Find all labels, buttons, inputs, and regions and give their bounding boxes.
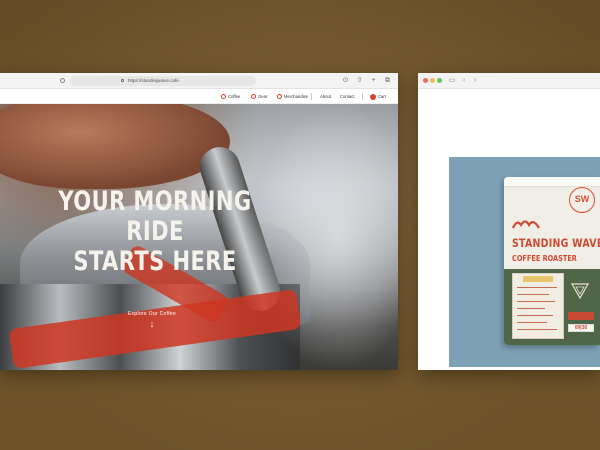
back-arrow-icon[interactable]: ‹ <box>463 76 465 85</box>
bag-info-label <box>512 273 564 339</box>
download-icon[interactable]: ⊙ <box>342 77 349 84</box>
hero-title-line: STARTS HERE <box>73 246 237 277</box>
sidebar-toggle-icon[interactable] <box>60 78 65 83</box>
browser-window-secondary: ▭ ‹ › SW STANDING WAVE COFFEE ROASTER 09… <box>418 73 600 370</box>
nav-item-label: Gear <box>258 94 268 99</box>
triangle-emblem-icon <box>570 283 590 300</box>
nav-item-label: About <box>320 94 331 99</box>
label-line <box>517 294 549 295</box>
forward-arrow-icon[interactable]: › <box>474 76 476 85</box>
gear-kettle-icon <box>251 94 256 99</box>
bag-subtitle: COFFEE ROASTER <box>512 254 577 263</box>
bag-top-strip <box>504 177 600 187</box>
nav-item-label: Coffee <box>228 94 241 99</box>
address-bar[interactable]: https://standingwave.cafe <box>70 76 256 86</box>
label-line <box>517 287 557 288</box>
site-navbar: Coffee Gear Merchandise About Contact Ca… <box>0 89 398 104</box>
close-window-icon[interactable] <box>423 78 428 83</box>
wave-logo-icon <box>512 220 540 229</box>
share-icon[interactable]: ⇧ <box>356 77 363 84</box>
nav-item-coffee[interactable]: Coffee <box>221 92 240 101</box>
nav-item-label: Cart <box>378 94 386 99</box>
label-line <box>517 329 557 330</box>
browser-window-main: https://standingwave.cafe ⊙ ⇧ + ⧉ Coffee… <box>0 73 398 370</box>
nav-divider <box>311 93 312 100</box>
bag-red-tag <box>568 312 594 320</box>
browser-toolbar: ▭ ‹ › <box>418 73 600 89</box>
label-line <box>517 308 545 309</box>
coffee-bag-image: SW STANDING WAVE COFFEE ROASTER 09|30 <box>504 177 600 345</box>
nav-item-about[interactable]: About <box>320 92 331 101</box>
nav-item-cart[interactable]: Cart <box>370 92 386 101</box>
new-tab-icon[interactable]: + <box>370 77 377 84</box>
nav-item-merchandise[interactable]: Merchandise <box>277 92 308 101</box>
bag-number-box: 09|30 <box>568 324 594 332</box>
minimize-window-icon[interactable] <box>430 78 435 83</box>
bag-logo-stamp: SW <box>569 187 595 213</box>
nav-divider <box>362 93 363 100</box>
bag-label-tag <box>523 276 553 282</box>
nav-item-contact[interactable]: Contact <box>340 92 354 101</box>
browser-toolbar: https://standingwave.cafe ⊙ ⇧ + ⧉ <box>0 73 398 89</box>
explore-coffee-link[interactable]: Explore Our Coffee <box>112 311 192 317</box>
cart-badge-icon <box>370 93 376 100</box>
nav-item-label: Merchandise <box>284 94 308 99</box>
nav-item-gear[interactable]: Gear <box>251 92 267 101</box>
address-bar-url: https://standingwave.cafe <box>128 78 179 83</box>
arrow-down-icon[interactable]: ↓ <box>148 319 156 329</box>
nav-item-label: Contact <box>340 94 355 99</box>
label-line <box>517 315 553 316</box>
coffee-bean-icon <box>221 94 226 99</box>
hero-title-line: YOUR MORNING RIDE <box>58 186 252 247</box>
lock-icon <box>121 79 124 82</box>
hero-hand-image <box>0 104 230 189</box>
tab-overview-icon[interactable]: ⧉ <box>384 77 391 84</box>
label-line <box>517 322 547 323</box>
hero-title: YOUR MORNING RIDE STARTS HERE <box>58 187 253 277</box>
shopping-bag-icon <box>277 94 282 99</box>
maximize-window-icon[interactable] <box>437 78 442 83</box>
label-line <box>517 301 555 302</box>
bag-brand-name: STANDING WAVE <box>512 236 600 250</box>
sidebar-toggle-icon[interactable]: ▭ <box>449 76 456 85</box>
